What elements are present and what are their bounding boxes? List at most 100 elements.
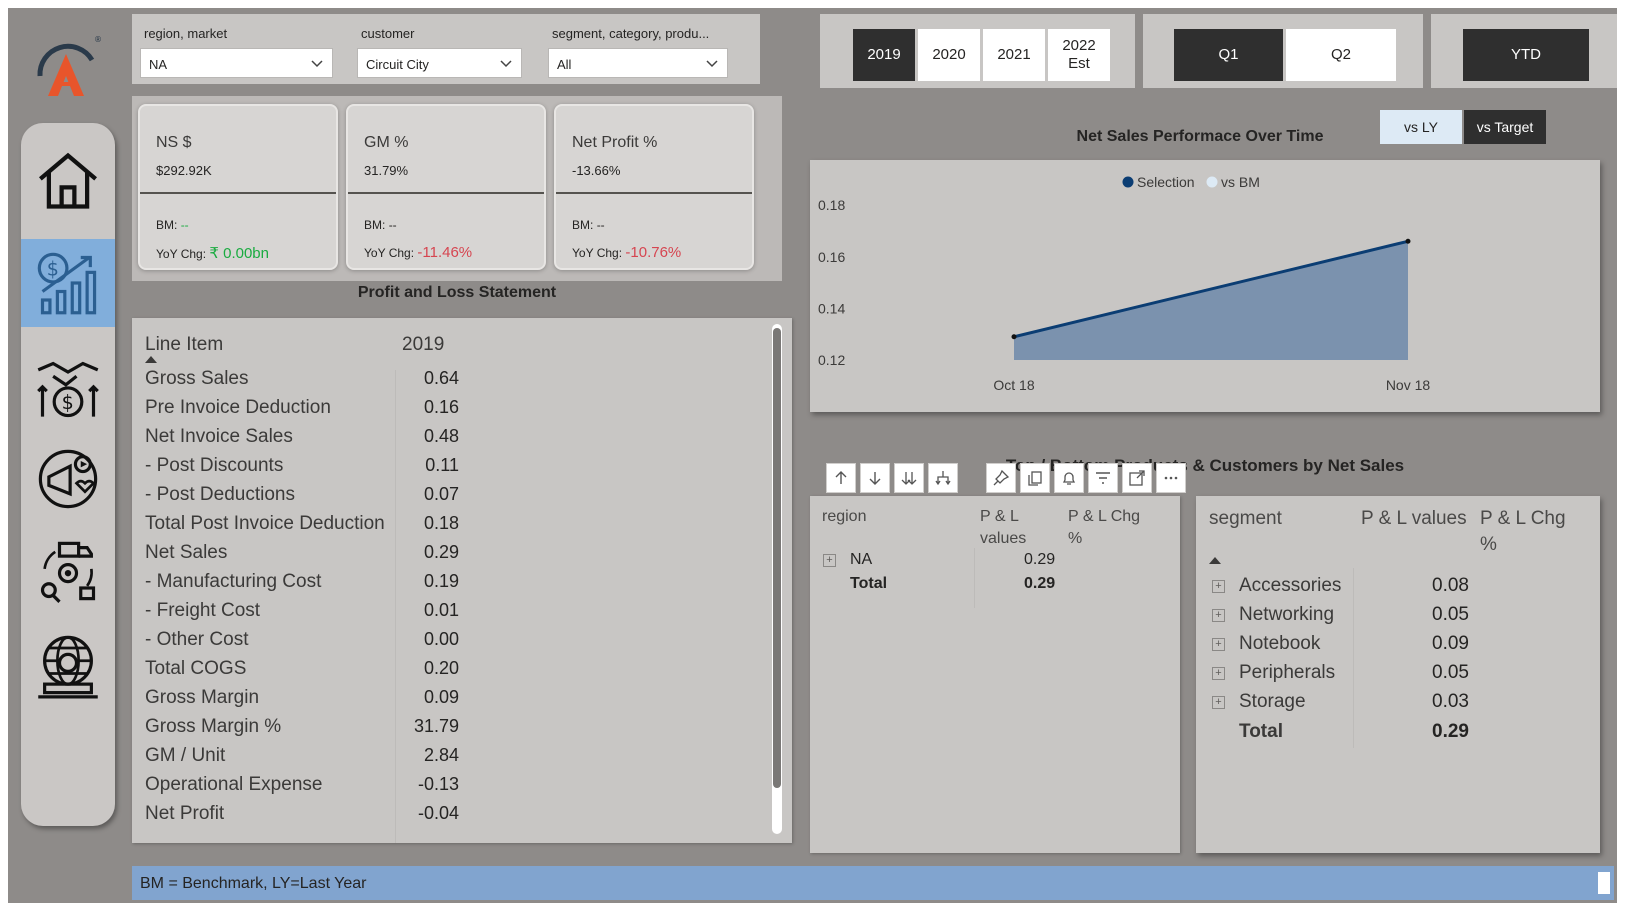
pl-row[interactable]: Net Invoice Sales 0.48: [145, 426, 765, 455]
region-col-header[interactable]: region: [822, 506, 866, 528]
filter-button[interactable]: [1088, 463, 1118, 493]
quarter-button-q1[interactable]: Q1: [1174, 29, 1283, 81]
pl-row[interactable]: - Post Deductions 0.07: [145, 484, 765, 513]
segment-row-label[interactable]: Peripherals: [1239, 662, 1335, 684]
nav-home[interactable]: [21, 137, 115, 225]
fork-down-icon: [935, 471, 951, 486]
expand-icon[interactable]: +: [1212, 667, 1225, 680]
pl-row[interactable]: - Post Discounts 0.11: [145, 455, 765, 484]
pl-header-line-item[interactable]: Line Item: [145, 334, 223, 356]
segment-total-value: 0.29: [1432, 721, 1469, 742]
drill-up-button[interactable]: [826, 463, 856, 493]
segment-dropdown[interactable]: All: [548, 48, 728, 78]
kpi-card-gross-margin: GM % 31.79% BM: -- YoY Chg: -11.46%: [346, 104, 546, 270]
quarter-button-q2[interactable]: Q2: [1286, 29, 1396, 81]
more-options-button[interactable]: [1156, 463, 1186, 493]
segment-row-label[interactable]: Accessories: [1239, 575, 1341, 597]
kpi-yoy-change: YoY Chg: -10.76%: [572, 244, 682, 261]
pin-visual-button[interactable]: [986, 463, 1016, 493]
pl-row[interactable]: GM / Unit 2.84: [145, 745, 765, 774]
chg-col-header[interactable]: P & L Chg %: [1068, 506, 1158, 549]
expand-icon[interactable]: +: [1212, 609, 1225, 622]
global-support-icon: [38, 635, 98, 699]
y-tick-label: 0.18: [818, 197, 845, 213]
kpi-card-net-profit: Net Profit % -13.66% BM: -- YoY Chg: -10…: [554, 104, 754, 270]
expand-icon[interactable]: +: [1212, 696, 1225, 709]
kpi-title: GM %: [364, 134, 409, 151]
vertical-scrollbar[interactable]: [772, 324, 782, 834]
kpi-divider: [140, 192, 336, 194]
pl-row[interactable]: Net Profit -0.04: [145, 803, 765, 832]
pl-header-year[interactable]: 2019: [402, 334, 444, 356]
pl-row[interactable]: Net Sales 0.29: [145, 542, 765, 571]
pl-row[interactable]: Total Post Invoice Deduction 0.18: [145, 513, 765, 542]
kpi-value: 31.79%: [364, 163, 409, 178]
ytd-button[interactable]: YTD: [1463, 29, 1589, 81]
quarter-slicer: Q1 Q2: [1143, 14, 1423, 88]
pl-row[interactable]: Gross Margin 0.09: [145, 687, 765, 716]
footer-text: BM = Benchmark, LY=Last Year: [140, 875, 367, 892]
segment-row-label[interactable]: Notebook: [1239, 633, 1320, 655]
nav-finance[interactable]: $: [21, 239, 115, 327]
nav-marketing[interactable]: [21, 435, 115, 523]
bell-icon: [1062, 472, 1076, 485]
region-total-value: 0.29: [1024, 575, 1056, 592]
svg-text:®: ®: [94, 35, 102, 44]
pl-row[interactable]: Gross Margin % 31.79: [145, 716, 765, 745]
pl-row[interactable]: Gross Sales 0.64: [145, 368, 765, 397]
chevron-down-icon: [706, 60, 718, 68]
pl-title: Profit and Loss Statement: [357, 284, 557, 301]
pl-row[interactable]: - Freight Cost 0.01: [145, 600, 765, 629]
pl-row-value: 0.48: [423, 426, 459, 446]
region-dropdown[interactable]: NA: [140, 48, 333, 78]
nav-supply-chain[interactable]: [21, 527, 115, 615]
expand-icon[interactable]: +: [823, 554, 836, 567]
expand-hierarchy-button[interactable]: [928, 463, 958, 493]
double-arrow-down-icon: [901, 472, 917, 485]
region-dropdown-value: NA: [149, 57, 168, 72]
sort-ascending-icon[interactable]: [145, 356, 157, 363]
pl-row[interactable]: Total COGS 0.20: [145, 658, 765, 687]
focus-mode-button[interactable]: [1122, 463, 1152, 493]
kpi-benchmark: BM: --: [364, 218, 397, 232]
expand-icon[interactable]: +: [1212, 580, 1225, 593]
pl-row[interactable]: Pre Invoice Deduction 0.16: [145, 397, 765, 426]
column-divider: [974, 548, 975, 608]
alert-button[interactable]: [1054, 463, 1084, 493]
pl-row[interactable]: Operational Expense -0.13: [145, 774, 765, 803]
drill-down-button[interactable]: [860, 463, 890, 493]
footer-scroll-handle[interactable]: [1598, 872, 1610, 894]
svg-text:$: $: [47, 258, 59, 281]
scrollbar-thumb[interactable]: [773, 328, 781, 788]
footer-note: BM = Benchmark, LY=Last Year: [132, 866, 1614, 900]
legend-marker-vs-bm: [1206, 176, 1218, 188]
region-row-label[interactable]: NA: [850, 551, 872, 569]
pl-row[interactable]: - Manufacturing Cost 0.19: [145, 571, 765, 600]
values-col-header[interactable]: P & L values: [980, 506, 1050, 549]
kpi-title: NS $: [156, 134, 192, 151]
sidebar-nav: $ $: [21, 123, 115, 826]
year-button-2019[interactable]: 2019: [853, 29, 915, 81]
segment-row-value: 0.09: [1432, 633, 1469, 654]
customer-dropdown[interactable]: Circuit City: [357, 48, 522, 78]
copy-visual-button[interactable]: [1020, 463, 1050, 493]
pl-row[interactable]: - Other Cost 0.00: [145, 629, 765, 658]
segment-row-label[interactable]: Storage: [1239, 691, 1306, 713]
sort-ascending-icon[interactable]: [1209, 557, 1221, 564]
pl-row-value: 0.09: [423, 687, 459, 707]
chg-col-header[interactable]: P & L Chg %: [1480, 506, 1580, 557]
nav-global[interactable]: [21, 621, 115, 709]
visual-toolbar: [826, 463, 1186, 493]
ytd-panel: YTD: [1431, 14, 1617, 88]
expand-icon[interactable]: +: [1212, 638, 1225, 651]
nav-sales[interactable]: $: [21, 345, 115, 433]
year-button-2022-est[interactable]: 2022 Est: [1048, 29, 1110, 81]
next-level-button[interactable]: [894, 463, 924, 493]
year-button-2020[interactable]: 2020: [918, 29, 980, 81]
pl-row-label: Net Invoice Sales: [145, 426, 293, 447]
segment-row-label[interactable]: Networking: [1239, 604, 1334, 626]
year-button-2021[interactable]: 2021: [983, 29, 1045, 81]
values-col-header[interactable]: P & L values: [1361, 506, 1467, 532]
segment-col-header[interactable]: segment: [1209, 506, 1282, 532]
